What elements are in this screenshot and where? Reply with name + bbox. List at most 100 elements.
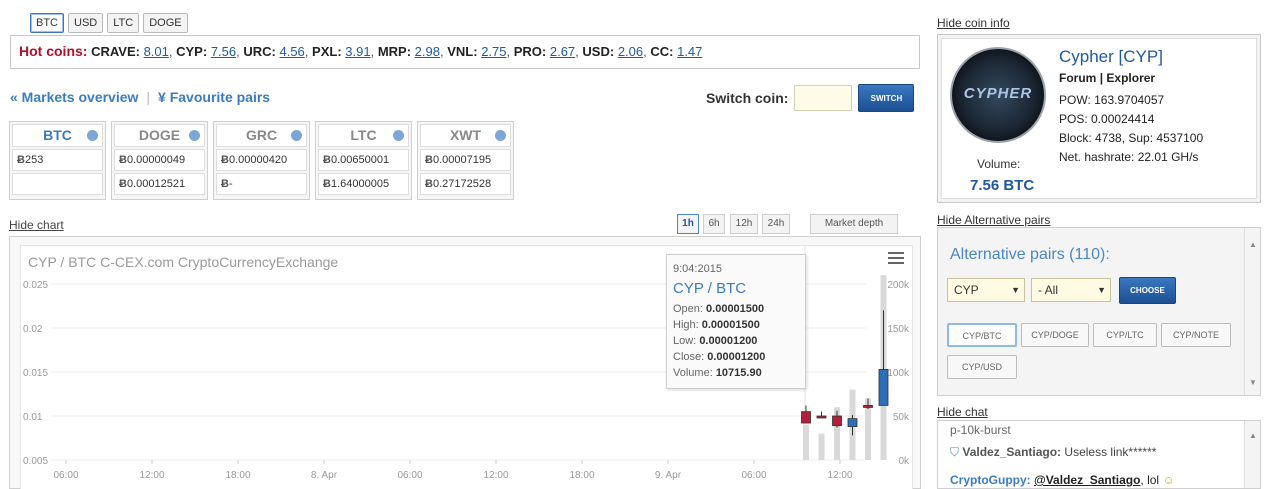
timeframe-12h-button[interactable]: 12h bbox=[730, 214, 758, 234]
coin-card-value: 0.00650001 bbox=[330, 154, 390, 166]
coin-card-btc[interactable]: BTC Ƀ253 bbox=[9, 121, 106, 200]
chat-username[interactable]: CryptoGuppy: bbox=[950, 473, 1031, 487]
coin-card-ltc[interactable]: LTC Ƀ0.00650001 Ƀ1.64000005 bbox=[315, 121, 412, 200]
alt-pairs-panel: Alternative pairs (110): CYP ▼ - All ▼ CHO… bbox=[937, 227, 1261, 396]
pair-button[interactable]: CYP/DOGE bbox=[1021, 323, 1089, 347]
alt-pairs-title: Alternative pairs (110): bbox=[950, 246, 1110, 263]
hashrate-stat: Net. hashrate: 22.01 GH/s bbox=[1059, 150, 1199, 164]
hot-coin-link[interactable]: PXL: 3.91 bbox=[312, 44, 371, 59]
scroll-up-icon[interactable]: ▲ bbox=[1249, 431, 1257, 440]
hide-chart-link[interactable]: Hide chart bbox=[9, 218, 64, 232]
chat-scrollbar[interactable]: ▲ bbox=[1244, 421, 1260, 488]
coin-card-grc[interactable]: GRC Ƀ0.00000420 Ƀ- bbox=[213, 121, 310, 200]
pair-button[interactable]: CYP/NOTE bbox=[1161, 323, 1231, 347]
tooltip-volume: 10715.90 bbox=[715, 367, 762, 379]
coin-logo-text: CYPHER bbox=[963, 85, 1033, 102]
hot-coin-link[interactable]: USD: 2.06 bbox=[582, 44, 643, 59]
hot-coin-link[interactable]: CC: 1.47 bbox=[650, 44, 702, 59]
chat-username[interactable]: Valdez_Santiago: bbox=[962, 445, 1061, 459]
pair-button[interactable]: CYP/BTC bbox=[947, 323, 1017, 347]
chat-message-text: , lol bbox=[1140, 473, 1160, 487]
hide-coin-info-link[interactable]: Hide coin info bbox=[937, 16, 1010, 30]
coin-card-title: DOGE bbox=[138, 127, 181, 143]
market-select[interactable]: - All ▼ bbox=[1031, 278, 1111, 302]
alt-pairs-scrollbar[interactable]: ▲ ▼ bbox=[1244, 228, 1260, 395]
coin-card-value: 0.27172528 bbox=[432, 178, 492, 190]
block-stat: Block: 4738, Sup: 4537100 bbox=[1059, 131, 1204, 145]
timeframe-1h-button[interactable]: 1h bbox=[677, 214, 699, 234]
hide-chat-link[interactable]: Hide chat bbox=[937, 405, 988, 419]
switch-coin-label: Switch coin: bbox=[706, 90, 789, 106]
scroll-up-icon[interactable]: ▲ bbox=[1249, 240, 1257, 249]
x-tick-label: 06:00 bbox=[53, 470, 78, 481]
currency-tab-doge[interactable]: DOGE bbox=[143, 13, 188, 33]
x-tick-label: 06:00 bbox=[397, 470, 422, 481]
currency-tab-btc[interactable]: BTC bbox=[30, 13, 64, 33]
choose-button[interactable]: CHOOSE bbox=[1119, 277, 1176, 304]
hot-coin-link[interactable]: CRAVE: 8.01 bbox=[91, 44, 169, 59]
info-icon[interactable] bbox=[87, 130, 98, 141]
currency-tab-usd[interactable]: USD bbox=[68, 13, 104, 33]
market-depth-button[interactable]: Market depth bbox=[810, 214, 898, 234]
coin-card-value: - bbox=[228, 178, 233, 190]
hide-alt-pairs-link[interactable]: Hide Alternative pairs bbox=[937, 213, 1050, 227]
tooltip-high: 0.00001500 bbox=[701, 319, 760, 331]
info-icon[interactable] bbox=[495, 130, 506, 141]
markets-overview-link[interactable]: « Markets overview bbox=[10, 89, 138, 105]
y-tick-label: 0.015 bbox=[23, 368, 48, 379]
volume-bar bbox=[818, 433, 825, 460]
tooltip-volume-label: Volume: bbox=[673, 367, 713, 379]
hot-coin-link[interactable]: URC: 4.56 bbox=[243, 44, 304, 59]
currency-tabs: BTC USD LTC DOGE bbox=[30, 13, 188, 33]
coin-card-title: BTC bbox=[43, 127, 72, 143]
tooltip-pair: CYP / BTC bbox=[673, 280, 747, 297]
coin-name-link[interactable]: Cypher [CYP] bbox=[1059, 47, 1163, 67]
hot-coins-label: Hot coins: bbox=[19, 43, 88, 59]
volume-label: Volume: bbox=[977, 157, 1021, 171]
hot-coin-link[interactable]: CYP: 7.56 bbox=[176, 44, 236, 59]
explorer-link[interactable]: Explorer bbox=[1106, 71, 1155, 85]
currency-tab-ltc[interactable]: LTC bbox=[107, 13, 140, 33]
pair-button[interactable]: CYP/USD bbox=[947, 355, 1017, 379]
chevron-down-icon: ▼ bbox=[1097, 285, 1106, 295]
x-tick-label: 06:00 bbox=[741, 470, 766, 481]
pow-stat: POW: 163.9704057 bbox=[1059, 93, 1165, 107]
coin-select[interactable]: CYP ▼ bbox=[947, 278, 1025, 302]
tooltip-open: 0.00001500 bbox=[706, 303, 765, 315]
scroll-down-icon[interactable]: ▼ bbox=[1249, 378, 1257, 387]
coin-card-value: 0.00000049 bbox=[126, 154, 186, 166]
coin-card-doge[interactable]: DOGE Ƀ0.00000049 Ƀ0.00012521 bbox=[111, 121, 208, 200]
info-icon[interactable] bbox=[393, 130, 404, 141]
coin-card-title: LTC bbox=[350, 127, 377, 143]
chat-mention[interactable]: @Valdez_Santiago bbox=[1034, 473, 1140, 487]
coin-card-value: 0.00007195 bbox=[432, 154, 492, 166]
timeframe-24h-button[interactable]: 24h bbox=[762, 214, 790, 234]
coin-card-value: 253 bbox=[24, 154, 44, 166]
info-icon[interactable] bbox=[291, 130, 302, 141]
info-icon[interactable] bbox=[189, 130, 200, 141]
switch-button[interactable]: SWITCH bbox=[858, 84, 915, 112]
favourite-pairs-link[interactable]: ¥ Favourite pairs bbox=[158, 89, 270, 105]
y2-tick-label: 100k bbox=[887, 368, 910, 379]
tooltip-low: 0.00001200 bbox=[699, 335, 758, 347]
switch-coin-input[interactable] bbox=[794, 85, 853, 111]
hot-coin-link[interactable]: VNL: 2.75 bbox=[447, 44, 506, 59]
y-tick-label: 0.005 bbox=[23, 456, 48, 467]
price-chart: CYP / BTC C-CEX.com CryptoCurrencyExchan… bbox=[20, 245, 913, 489]
hot-coin-link[interactable]: PRO: 2.67 bbox=[514, 44, 575, 59]
chat-message: p-10k-burst bbox=[950, 423, 1011, 437]
pos-stat: POS: 0.00024414 bbox=[1059, 112, 1155, 126]
coin-card-title: GRC bbox=[245, 127, 278, 143]
y2-tick-label: 50k bbox=[893, 412, 910, 423]
switch-coin-form: Switch coin: SWITCH bbox=[706, 84, 915, 112]
tooltip-high-label: High: bbox=[673, 319, 699, 331]
coin-card-value: 1.64000005 bbox=[330, 178, 390, 190]
coin-logo: CYPHER bbox=[950, 47, 1046, 143]
hot-coin-link[interactable]: MRP: 2.98 bbox=[378, 44, 440, 59]
y-tick-label: 0.01 bbox=[23, 412, 43, 423]
coin-card-xwt[interactable]: XWT Ƀ0.00007195 Ƀ0.27172528 bbox=[417, 121, 514, 200]
forum-link[interactable]: Forum bbox=[1059, 71, 1096, 85]
pair-button[interactable]: CYP/LTC bbox=[1093, 323, 1157, 347]
candle-body bbox=[878, 368, 889, 406]
timeframe-6h-button[interactable]: 6h bbox=[703, 214, 725, 234]
